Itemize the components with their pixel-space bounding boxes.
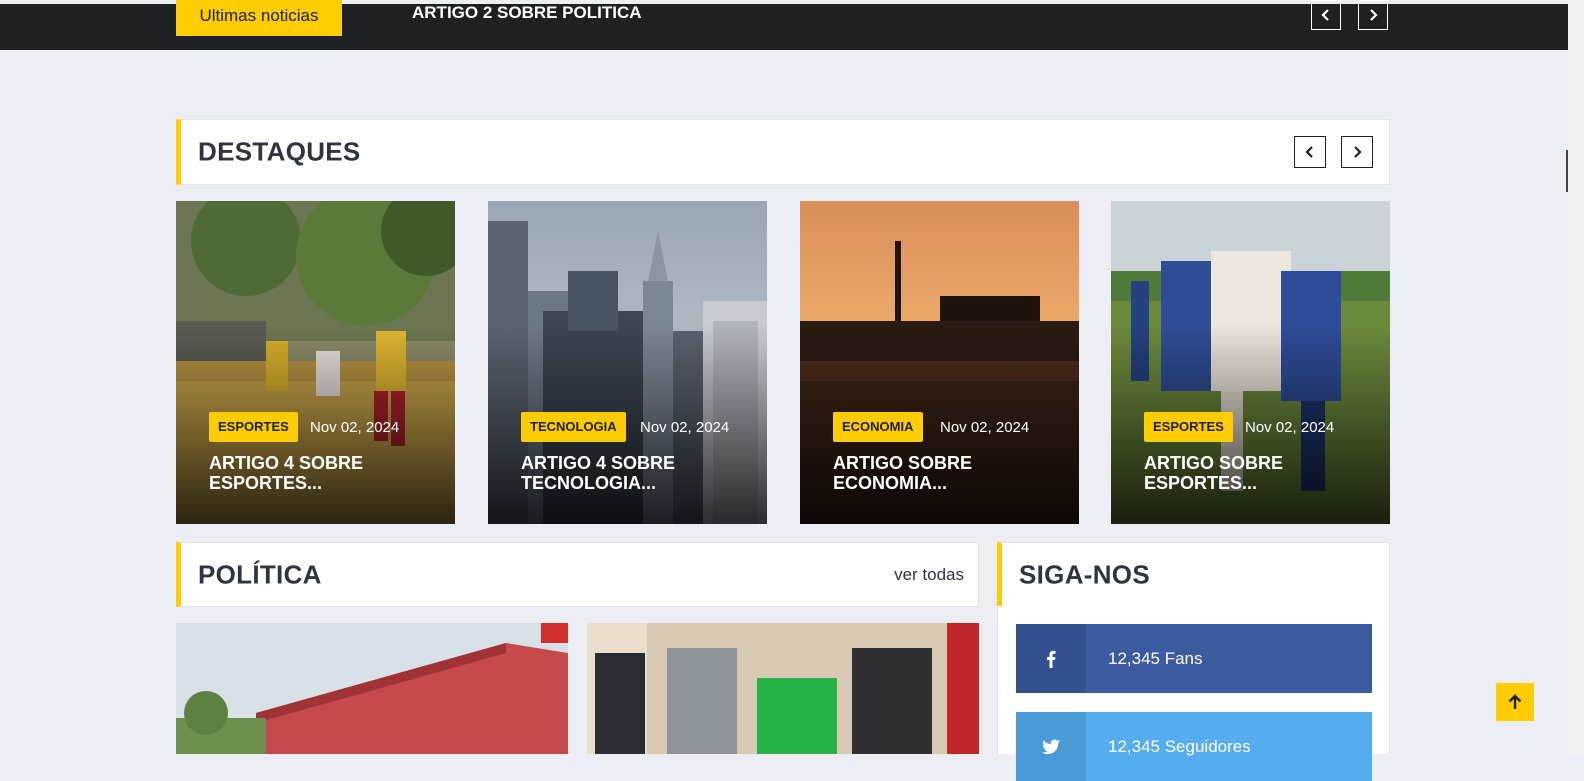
breaking-news-headline[interactable]: ARTIGO 2 SOBRE POLITICA bbox=[412, 4, 642, 22]
card-title[interactable]: ARTIGO SOBRE ECONOMIA... bbox=[833, 453, 1053, 493]
facebook-fans-count: 12,345 Fans bbox=[1108, 648, 1203, 668]
breaking-news-bar: Ultimas noticias ARTIGO 2 SOBRE POLITICA bbox=[0, 0, 1568, 50]
follow-section-title: SIGA-NOS bbox=[1019, 559, 1150, 589]
card-category-badge[interactable]: TECNOLOGIA bbox=[521, 412, 626, 442]
card-category-badge[interactable]: ESPORTES bbox=[1144, 412, 1233, 442]
twitter-icon-box bbox=[1016, 712, 1086, 781]
card-title[interactable]: ARTIGO 4 SOBRE TECNOLOGIA... bbox=[521, 453, 741, 493]
back-to-top-button[interactable] bbox=[1496, 683, 1534, 721]
featured-card-4[interactable]: ESPORTES Nov 02, 2024 ARTIGO SOBRE ESPOR… bbox=[1111, 201, 1390, 524]
see-all-link[interactable]: ver todas bbox=[894, 565, 964, 585]
politics-article-image-2[interactable] bbox=[587, 623, 979, 754]
politics-article-image-1[interactable] bbox=[176, 623, 568, 754]
card-category-badge[interactable]: ESPORTES bbox=[209, 412, 298, 442]
facebook-icon-box bbox=[1016, 624, 1086, 693]
card-title[interactable]: ARTIGO 4 SOBRE ESPORTES... bbox=[209, 453, 429, 493]
politics-section-header: POLÍTICA ver todas bbox=[176, 542, 979, 607]
chevron-left-icon bbox=[1321, 9, 1329, 21]
card-title[interactable]: ARTIGO SOBRE ESPORTES... bbox=[1144, 453, 1364, 493]
arrow-up-icon bbox=[1508, 694, 1522, 709]
twitter-follow-button[interactable]: 12,345 Seguidores bbox=[1016, 712, 1372, 781]
ticker-next-button[interactable] bbox=[1358, 0, 1388, 30]
officials-photo bbox=[587, 623, 979, 754]
featured-section-title: DESTAQUES bbox=[198, 136, 361, 167]
featured-card-3[interactable]: ECONOMIA Nov 02, 2024 ARTIGO SOBRE ECONO… bbox=[800, 201, 1079, 524]
page-scrollbar[interactable] bbox=[1568, 0, 1584, 754]
card-date: Nov 02, 2024 bbox=[640, 419, 730, 436]
featured-card-1[interactable]: ESPORTES Nov 02, 2024 ARTIGO 4 SOBRE ESP… bbox=[176, 201, 455, 524]
breaking-news-label: Ultimas noticias bbox=[176, 0, 342, 36]
facebook-icon bbox=[1047, 650, 1056, 668]
politics-section-title: POLÍTICA bbox=[198, 559, 322, 589]
card-date: Nov 02, 2024 bbox=[1245, 419, 1335, 436]
card-date: Nov 02, 2024 bbox=[310, 419, 400, 436]
chevron-left-icon bbox=[1305, 146, 1313, 158]
facebook-follow-button[interactable]: 12,345 Fans bbox=[1016, 624, 1372, 693]
card-date: Nov 02, 2024 bbox=[940, 419, 1030, 436]
featured-prev-button[interactable] bbox=[1294, 136, 1326, 168]
chevron-right-icon bbox=[1354, 146, 1362, 158]
chevron-right-icon bbox=[1370, 9, 1378, 21]
featured-section-header: DESTAQUES bbox=[176, 119, 1390, 185]
follow-section-header: SIGA-NOS bbox=[997, 542, 1390, 607]
featured-next-button[interactable] bbox=[1341, 136, 1373, 168]
ticker-prev-button[interactable] bbox=[1311, 0, 1341, 30]
building-photo bbox=[176, 623, 568, 754]
card-category-badge[interactable]: ECONOMIA bbox=[833, 412, 923, 442]
featured-card-2[interactable]: TECNOLOGIA Nov 02, 2024 ARTIGO 4 SOBRE T… bbox=[488, 201, 767, 524]
twitter-icon bbox=[1042, 739, 1060, 754]
scrollbar-thumb[interactable] bbox=[1566, 150, 1568, 192]
